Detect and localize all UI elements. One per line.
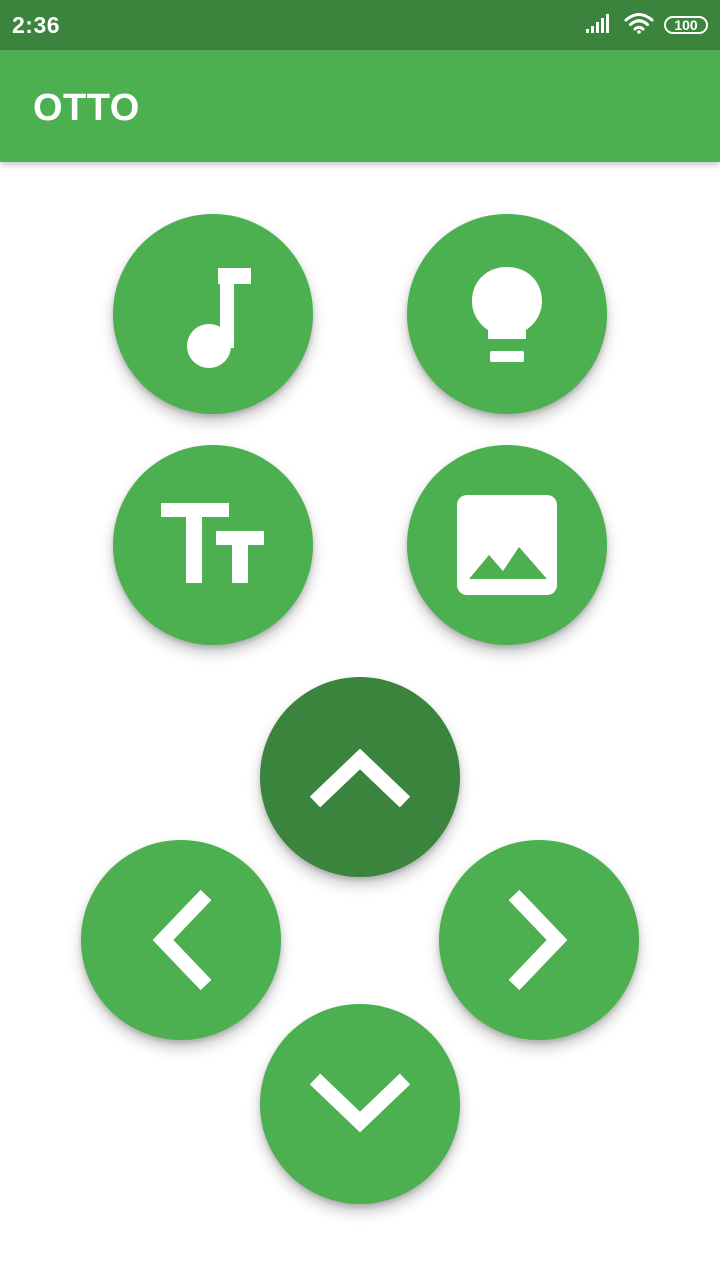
- signal-icon: [586, 12, 614, 39]
- status-time: 2:36: [12, 12, 61, 38]
- light-button[interactable]: [407, 214, 607, 414]
- move-backward-button[interactable]: [260, 1004, 460, 1204]
- image-button[interactable]: [407, 445, 607, 645]
- chevron-up-icon: [305, 742, 415, 812]
- move-left-button[interactable]: [81, 840, 281, 1040]
- status-icons: 100: [586, 12, 708, 38]
- music-button[interactable]: [113, 214, 313, 414]
- battery-level: 100: [674, 17, 698, 33]
- move-right-button[interactable]: [439, 840, 639, 1040]
- music-note-icon: [173, 259, 253, 369]
- image-icon: [455, 493, 559, 597]
- chevron-down-icon: [305, 1069, 415, 1139]
- status-bar: 2:36 100: [0, 0, 720, 50]
- chevron-left-icon: [146, 885, 216, 995]
- move-forward-button[interactable]: [260, 677, 460, 877]
- app-bar: OTTO: [0, 50, 720, 162]
- wifi-icon: [624, 12, 654, 39]
- text-button[interactable]: [113, 445, 313, 645]
- chevron-right-icon: [504, 885, 574, 995]
- battery-icon: 100: [664, 16, 708, 34]
- app-title: OTTO: [33, 87, 140, 129]
- lightbulb-icon: [467, 259, 547, 369]
- text-size-icon: [158, 500, 268, 590]
